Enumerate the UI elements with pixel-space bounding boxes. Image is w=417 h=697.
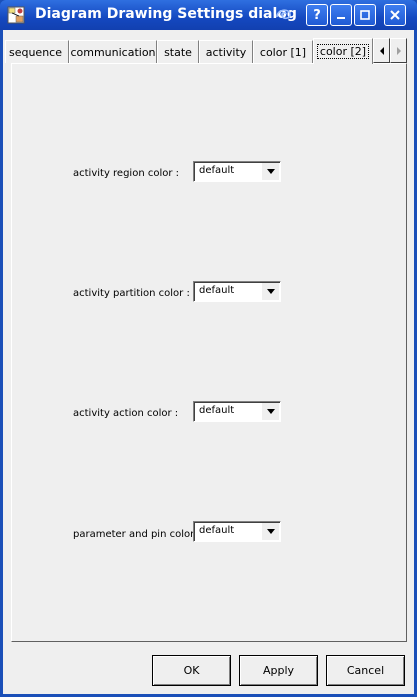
- chevron-down-icon[interactable]: [262, 163, 279, 180]
- tab-label: color [1]: [259, 45, 307, 59]
- title-bar[interactable]: Diagram Drawing Settings dialog ?: [0, 0, 417, 30]
- maximize-button[interactable]: [354, 4, 376, 26]
- tab-label: color [2]: [316, 44, 370, 59]
- dialog-client-area: sequence communication state activity co…: [3, 30, 414, 694]
- tab-scroll-arrows: [373, 38, 407, 63]
- tab-sequence[interactable]: sequence: [5, 40, 69, 63]
- tab-label: sequence: [8, 45, 62, 59]
- tab-activity[interactable]: activity: [199, 40, 253, 63]
- chevron-down-icon[interactable]: [262, 403, 279, 420]
- tab-communication[interactable]: communication: [69, 40, 157, 63]
- activity-partition-color-label: activity partition color :: [73, 288, 190, 299]
- dialog-window: Diagram Drawing Settings dialog ? sequen…: [0, 0, 417, 697]
- tab-color-1[interactable]: color [1]: [253, 40, 313, 63]
- apply-button[interactable]: Apply: [239, 655, 318, 686]
- tab-bar: sequence communication state activity co…: [5, 38, 407, 64]
- activity-action-color-label: activity action color :: [73, 408, 179, 419]
- combo-value: default: [199, 525, 235, 536]
- parameter-and-pin-color-label: parameter and pin color :: [73, 529, 201, 540]
- tab-label: communication: [70, 45, 156, 59]
- swirl-icon: [274, 5, 294, 23]
- tab-state[interactable]: state: [157, 40, 199, 63]
- close-button[interactable]: [384, 4, 406, 26]
- combo-value: default: [199, 405, 235, 416]
- activity-region-color-combo[interactable]: default: [193, 161, 281, 182]
- chevron-down-icon[interactable]: [262, 283, 279, 300]
- tab-panel-color-2: activity region color : default activity…: [11, 63, 407, 642]
- help-button[interactable]: ?: [306, 4, 328, 26]
- window-title: Diagram Drawing Settings dialog: [35, 6, 297, 22]
- tab-label: state: [164, 45, 192, 59]
- cancel-button[interactable]: Cancel: [326, 655, 405, 686]
- app-icon: [7, 6, 25, 24]
- tab-label: activity: [205, 45, 247, 59]
- activity-region-color-label: activity region color :: [73, 168, 180, 179]
- activity-action-color-combo[interactable]: default: [193, 401, 281, 422]
- minimize-button[interactable]: [330, 4, 352, 26]
- tab-scroll-left-icon[interactable]: [373, 38, 390, 63]
- activity-partition-color-combo[interactable]: default: [193, 281, 281, 302]
- parameter-and-pin-color-combo[interactable]: default: [193, 521, 281, 542]
- combo-value: default: [199, 165, 235, 176]
- combo-value: default: [199, 285, 235, 296]
- chevron-down-icon[interactable]: [262, 523, 279, 540]
- ok-button[interactable]: OK: [152, 655, 231, 686]
- tab-color-2[interactable]: color [2]: [313, 38, 373, 64]
- tab-scroll-right-icon[interactable]: [390, 38, 407, 63]
